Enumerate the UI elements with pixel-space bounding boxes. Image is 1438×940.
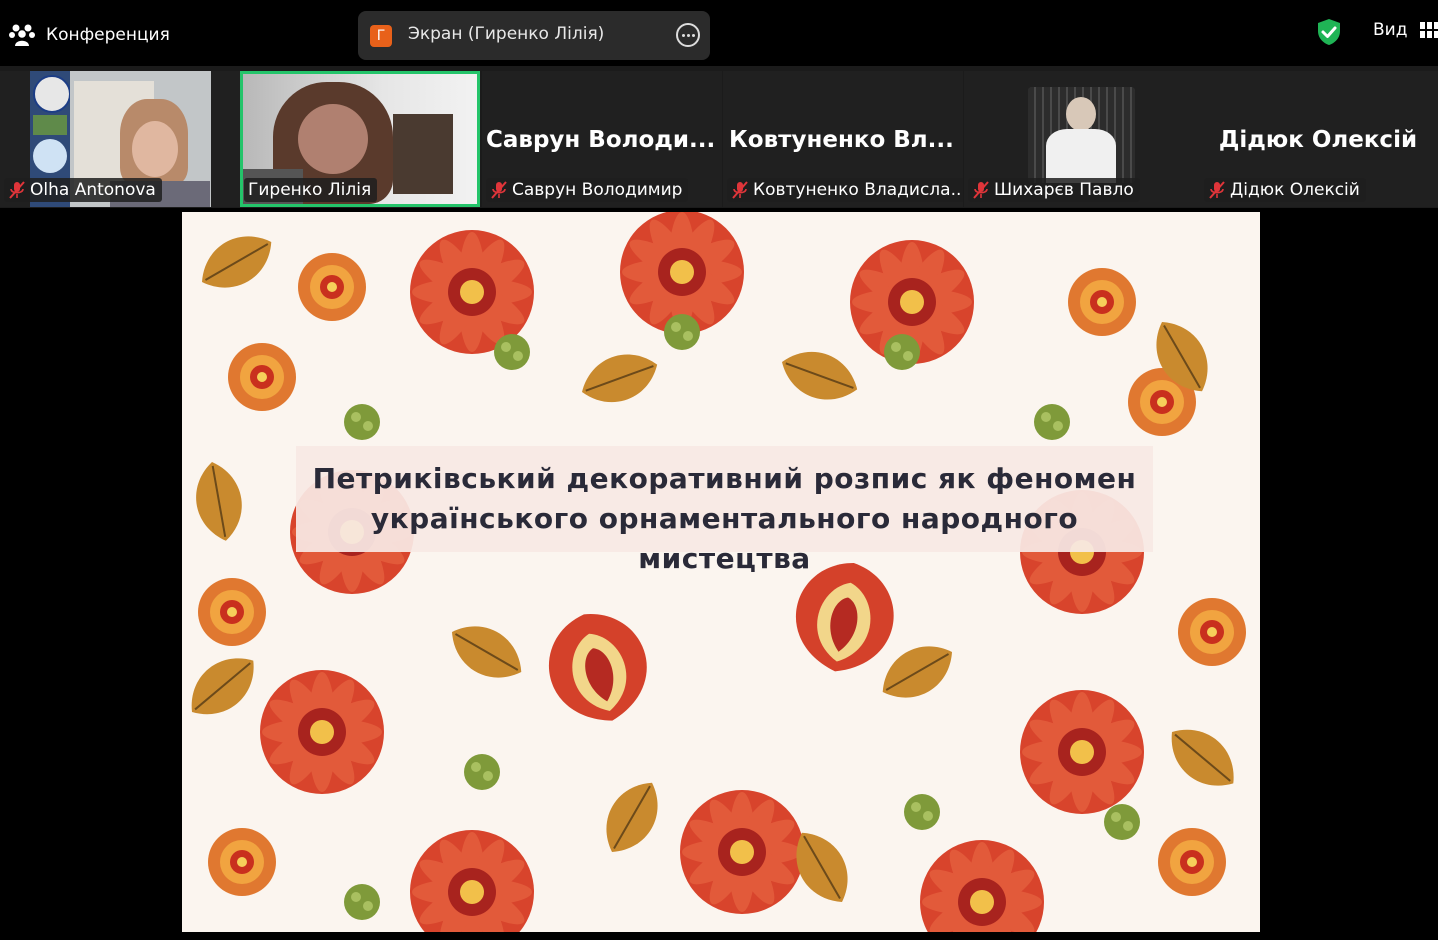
participant-name-tag: Ковтуненко Владисла... <box>727 178 963 202</box>
participant-name-tag: Olha Antonova <box>4 178 162 202</box>
participant-tile-hyrenko-liliia[interactable]: Гиренко Лілія <box>240 71 480 207</box>
shared-screen: Петриківський декоративний розпис як фен… <box>182 212 1260 932</box>
more-options-icon[interactable] <box>676 23 700 47</box>
participant-strip: Olha Antonova Гиренко Лілія Саврун Волод… <box>0 66 1438 208</box>
participant-name-tag: Дідюк Олексій <box>1204 178 1366 202</box>
participant-display-name: Саврун Володи... <box>486 127 716 153</box>
screen-share-indicator[interactable]: Г Экран (Гиренко Лілія) <box>358 11 710 60</box>
slide-title-line-2: українського орнаментального народного м… <box>370 502 1079 575</box>
mic-muted-icon <box>732 181 748 199</box>
conference-menu[interactable]: Конференция <box>8 20 170 50</box>
mic-muted-icon <box>9 181 25 199</box>
view-menu[interactable]: Вид <box>1373 20 1438 40</box>
participant-photo <box>1028 87 1135 183</box>
slide-title: Петриківський декоративний розпис як фен… <box>296 446 1153 575</box>
participant-name-tag: Саврун Володимир <box>486 178 689 202</box>
mic-muted-icon <box>491 181 507 199</box>
participant-name-tag: Гиренко Лілія <box>244 178 378 202</box>
participant-tile-savrun-volodymyr[interactable]: Саврун Володи... Саврун Володимир <box>482 71 722 207</box>
participant-name-tag: Шихарєв Павло <box>968 178 1140 202</box>
mic-muted-icon <box>973 181 989 199</box>
participant-tile-olha-antonova[interactable]: Olha Antonova <box>0 71 240 207</box>
mic-muted-icon <box>1209 181 1225 199</box>
sharer-avatar: Г <box>370 25 392 47</box>
conference-label: Конференция <box>46 25 170 45</box>
participant-display-name: Дідюк Олексій <box>1218 127 1418 153</box>
participant-display-name: Ковтуненко Вл... <box>729 127 954 153</box>
share-label: Экран (Гиренко Лілія) <box>408 24 605 44</box>
slide-title-line-1: Петриківський декоративний розпис як фен… <box>312 462 1137 495</box>
top-bar: Конференция Г Экран (Гиренко Лілія) Вид <box>0 0 1438 66</box>
grid-view-icon <box>1420 22 1438 38</box>
security-shield-icon[interactable] <box>1316 18 1342 46</box>
participant-tile-shykharev-pavlo[interactable]: Шихарєв Павло <box>964 71 1204 207</box>
view-label: Вид <box>1373 20 1408 40</box>
participants-icon <box>9 24 35 46</box>
participant-tile-didiuk-oleksii[interactable]: Дідюк Олексій Дідюк Олексій <box>1198 71 1438 207</box>
participant-tile-kovtunenko-vladyslav[interactable]: Ковтуненко Вл... Ковтуненко Владисла... <box>723 71 963 207</box>
